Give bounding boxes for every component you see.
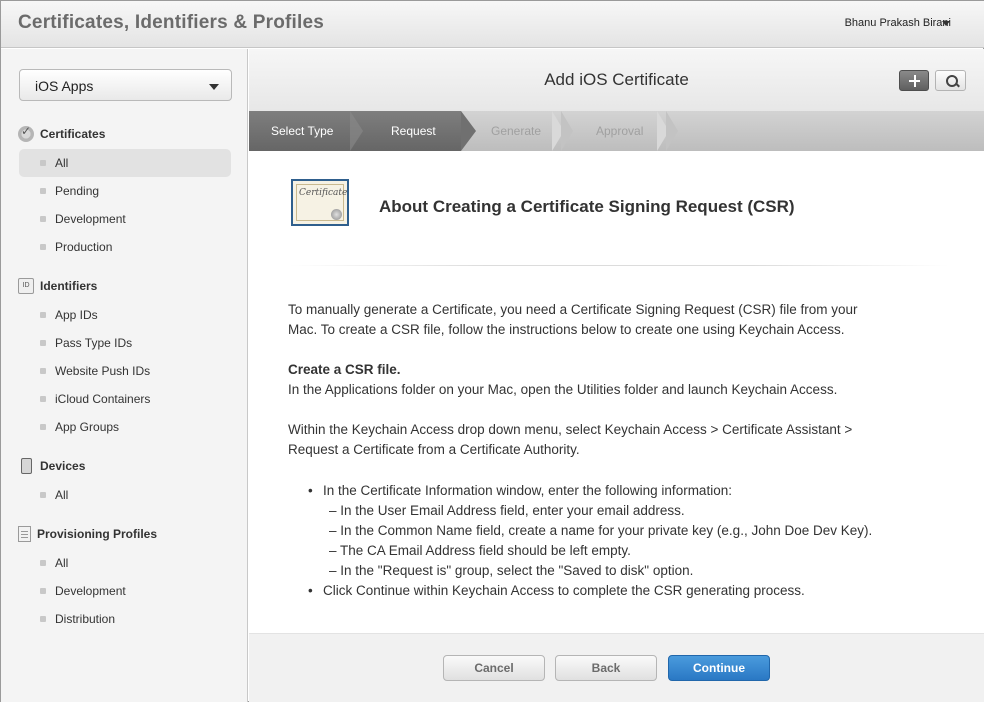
bullet-icon <box>40 616 46 622</box>
cancel-button[interactable]: Cancel <box>443 655 545 681</box>
sidebar-item-label: Development <box>55 212 126 226</box>
step-request[interactable]: Request <box>391 124 436 138</box>
step-separator <box>350 111 363 151</box>
iphone-icon <box>21 458 32 474</box>
user-menu[interactable]: Bhanu Prakash Birani <box>845 17 951 29</box>
keychain-line: Request a Certificate from a Certificate… <box>288 442 580 457</box>
footer-bar: Cancel Back Continue <box>249 633 984 702</box>
sidebar-item-certificates-production[interactable]: Production <box>19 233 231 261</box>
bullet-icon <box>40 588 46 594</box>
content-title: About Creating a Certificate Signing Req… <box>379 197 795 216</box>
csr-section: Create a CSR file. In the Applications f… <box>288 360 948 400</box>
section-provisioning-profiles: Provisioning Profiles <box>18 524 157 544</box>
step-generate: Generate <box>491 124 542 138</box>
section-label: Devices <box>40 459 86 473</box>
sidebar-item-label: Pending <box>55 184 100 198</box>
progress-steps: Select Type Request Generate Approval <box>249 111 984 151</box>
sidebar-item-app-ids[interactable]: App IDs <box>19 301 231 329</box>
intro-line: Mac. To create a CSR file, follow the in… <box>288 322 845 337</box>
bullet-icon <box>40 312 46 318</box>
sidebar-item-certificates-pending[interactable]: Pending <box>19 177 231 205</box>
section-label: Identifiers <box>40 279 98 293</box>
sidebar-item-label: App IDs <box>55 308 98 322</box>
chevron-down-icon[interactable] <box>942 21 950 26</box>
keychain-line: Within the Keychain Access drop down men… <box>288 422 853 437</box>
document-icon <box>18 526 31 542</box>
app-type-select[interactable]: iOS Apps <box>19 69 232 101</box>
sub-list-item: – In the User Email Address field, enter… <box>329 503 685 518</box>
intro-line: To manually generate a Certificate, you … <box>288 302 858 317</box>
main-panel: Add iOS Certificate Select Type Request … <box>249 49 984 702</box>
add-button[interactable] <box>899 70 929 91</box>
bullet-icon <box>40 492 46 498</box>
step-arrow <box>461 111 476 151</box>
sub-list-item: – The CA Email Address field should be l… <box>329 543 631 558</box>
sidebar-item-label: All <box>55 488 69 502</box>
app-type-select-value: iOS Apps <box>35 78 94 94</box>
seal-icon <box>331 209 342 220</box>
bullet-icon <box>40 424 46 430</box>
sidebar-item-profiles-distribution[interactable]: Distribution <box>19 605 231 633</box>
sidebar: iOS Apps Certificates All Pending Develo… <box>1 49 248 702</box>
id-badge-icon: ID <box>18 278 34 294</box>
bullet-icon <box>40 216 46 222</box>
sidebar-item-label: All <box>55 556 69 570</box>
top-bar: Certificates, Identifiers & Profiles Bha… <box>1 1 984 48</box>
section-devices: Devices <box>18 456 85 476</box>
sidebar-item-certificates-development[interactable]: Development <box>19 205 231 233</box>
main-header: Add iOS Certificate <box>249 49 984 111</box>
window-frame: Certificates, Identifiers & Profiles Bha… <box>0 0 984 702</box>
sidebar-item-label: Website Push IDs <box>55 364 151 378</box>
sidebar-item-label: Pass Type IDs <box>55 336 133 350</box>
bullet-icon <box>40 244 46 250</box>
csr-heading: Create a CSR file. <box>288 362 401 377</box>
back-button[interactable]: Back <box>555 655 657 681</box>
sidebar-item-label: iCloud Containers <box>55 392 151 406</box>
step-separator <box>561 111 573 151</box>
sidebar-item-label: Distribution <box>55 612 116 626</box>
sidebar-item-label: App Groups <box>55 420 120 434</box>
section-identifiers: ID Identifiers <box>18 276 97 296</box>
sidebar-item-pass-type-ids[interactable]: Pass Type IDs <box>19 329 231 357</box>
sidebar-item-label: Production <box>55 240 113 254</box>
sidebar-item-label: Development <box>55 584 126 598</box>
section-certificates: Certificates <box>18 124 105 144</box>
intro-paragraph: To manually generate a Certificate, you … <box>288 300 948 340</box>
list-item: Click Continue within Keychain Access to… <box>305 581 965 601</box>
sub-list-item: – In the "Request is" group, select the … <box>329 563 694 578</box>
sidebar-item-profiles-development[interactable]: Development <box>19 577 231 605</box>
step-select-type[interactable]: Select Type <box>271 124 333 138</box>
app-title: Certificates, Identifiers & Profiles <box>18 12 325 33</box>
sidebar-item-label: All <box>55 156 69 170</box>
bullet-icon <box>40 188 46 194</box>
divider <box>289 265 949 266</box>
sidebar-item-icloud-containers[interactable]: iCloud Containers <box>19 385 231 413</box>
sidebar-item-devices-all[interactable]: All <box>19 481 231 509</box>
chevron-down-icon <box>209 84 219 90</box>
list-item: In the Certificate Information window, e… <box>305 481 965 501</box>
bullet-icon <box>40 560 46 566</box>
page-title: Add iOS Certificate <box>544 70 689 89</box>
sidebar-item-profiles-all[interactable]: All <box>19 549 231 577</box>
sidebar-item-certificates-all[interactable]: All <box>19 149 231 177</box>
section-label: Certificates <box>40 127 106 141</box>
step-separator <box>666 111 678 151</box>
certificate-icon <box>18 124 34 142</box>
certificate-image-text: Certificate <box>299 188 348 198</box>
keychain-paragraph: Within the Keychain Access drop down men… <box>288 420 948 460</box>
sidebar-item-app-groups[interactable]: App Groups <box>19 413 231 441</box>
certificate-image: Certificate <box>291 179 349 226</box>
section-label: Provisioning Profiles <box>37 527 158 541</box>
continue-button[interactable]: Continue <box>668 655 770 681</box>
sidebar-item-website-push-ids[interactable]: Website Push IDs <box>19 357 231 385</box>
instruction-list: In the Certificate Information window, e… <box>305 481 965 601</box>
step-approval: Approval <box>596 124 644 138</box>
bullet-icon <box>40 396 46 402</box>
sub-list-item: – In the Common Name field, create a nam… <box>329 523 873 538</box>
bullet-icon <box>40 340 46 346</box>
search-button[interactable] <box>935 70 966 91</box>
bullet-icon <box>40 160 46 166</box>
csr-instruction: In the Applications folder on your Mac, … <box>288 382 838 397</box>
bullet-icon <box>40 368 46 374</box>
